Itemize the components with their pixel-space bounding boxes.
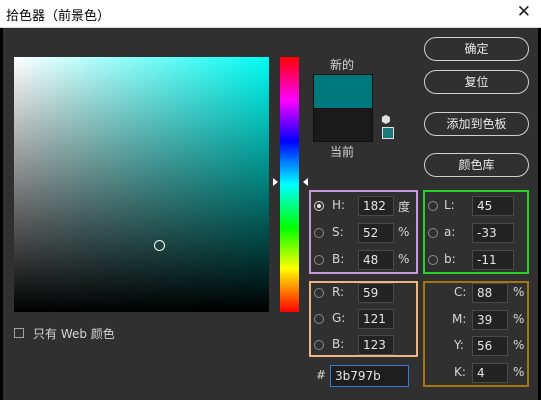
red-radio[interactable]: [314, 288, 324, 298]
hue-slider[interactable]: [280, 57, 299, 312]
saturation-field[interactable]: 52: [358, 223, 394, 243]
blue-radio[interactable]: [314, 340, 324, 350]
hue-radio[interactable]: [314, 201, 324, 211]
web-safe-color-swatch[interactable]: [382, 127, 394, 139]
close-icon[interactable]: ✕: [517, 2, 531, 22]
lab-a-field[interactable]: -33: [472, 223, 514, 243]
saturation-label: S:: [332, 225, 344, 239]
lab-l-radio[interactable]: [428, 201, 438, 211]
blue-label: B:: [332, 337, 345, 351]
new-color-label: 新的: [330, 58, 355, 72]
color-field-marker[interactable]: [154, 240, 165, 251]
red-field[interactable]: 59: [358, 283, 394, 303]
current-color-label: 当前: [330, 145, 355, 159]
frame-left: [0, 28, 3, 400]
yellow-field[interactable]: 56: [472, 336, 508, 356]
green-label: G:: [332, 311, 346, 325]
hex-field[interactable]: 3b797b: [330, 365, 409, 387]
reset-button[interactable]: 复位: [424, 70, 529, 94]
lab-b-label: b:: [444, 252, 456, 266]
lab-a-radio[interactable]: [428, 228, 438, 238]
cyan-label: C:: [454, 285, 467, 299]
title-bar: 拾色器（前景色） ✕: [0, 0, 541, 28]
black-field[interactable]: 4: [472, 363, 508, 383]
red-label: R:: [332, 285, 345, 299]
magenta-label: M:: [452, 312, 467, 326]
brightness-label: B:: [332, 252, 345, 266]
saturation-radio[interactable]: [314, 228, 324, 238]
ok-button[interactable]: 确定: [424, 37, 529, 61]
lab-b-radio[interactable]: [428, 255, 438, 265]
color-picker-dialog: 拾色器（前景色） ✕ 新的 当前 ⬢ 确定 复位 添加到色板 颜色库 H: 18…: [0, 0, 541, 400]
brightness-radio[interactable]: [314, 255, 324, 265]
hue-field[interactable]: 182: [358, 196, 394, 216]
color-field[interactable]: [14, 57, 269, 312]
lab-b-field[interactable]: -11: [472, 250, 514, 270]
hex-label: #: [316, 368, 327, 382]
current-color-swatch[interactable]: [313, 108, 373, 142]
hue-slider-handle-left[interactable]: [273, 178, 278, 186]
green-radio[interactable]: [314, 314, 324, 324]
cyan-field[interactable]: 88: [472, 283, 508, 303]
black-label: K:: [454, 365, 466, 379]
cube-icon[interactable]: ⬢: [381, 113, 391, 126]
black-unit: %: [513, 365, 525, 379]
new-color-swatch: [313, 74, 373, 109]
dialog-title: 拾色器（前景色）: [6, 9, 111, 24]
cyan-unit: %: [513, 285, 525, 299]
hue-unit: 度: [398, 200, 411, 214]
magenta-unit: %: [513, 312, 525, 326]
lab-l-field[interactable]: 45: [472, 196, 514, 216]
add-to-swatches-button[interactable]: 添加到色板: [424, 112, 529, 136]
yellow-label: Y:: [454, 338, 464, 352]
web-colors-only-checkbox[interactable]: [14, 328, 24, 338]
hue-label: H:: [332, 198, 346, 212]
brightness-field[interactable]: 48: [358, 250, 394, 270]
web-colors-only-label: 只有 Web 颜色: [33, 327, 115, 341]
hue-slider-handle-right[interactable]: [303, 178, 308, 186]
magenta-field[interactable]: 39: [472, 310, 508, 330]
lab-a-label: a:: [444, 225, 456, 239]
yellow-unit: %: [513, 338, 525, 352]
color-libraries-button[interactable]: 颜色库: [424, 153, 529, 177]
lab-l-label: L:: [444, 198, 455, 212]
brightness-unit: %: [398, 252, 410, 266]
green-field[interactable]: 121: [358, 309, 394, 329]
saturation-unit: %: [398, 225, 410, 239]
blue-field[interactable]: 123: [358, 335, 394, 355]
